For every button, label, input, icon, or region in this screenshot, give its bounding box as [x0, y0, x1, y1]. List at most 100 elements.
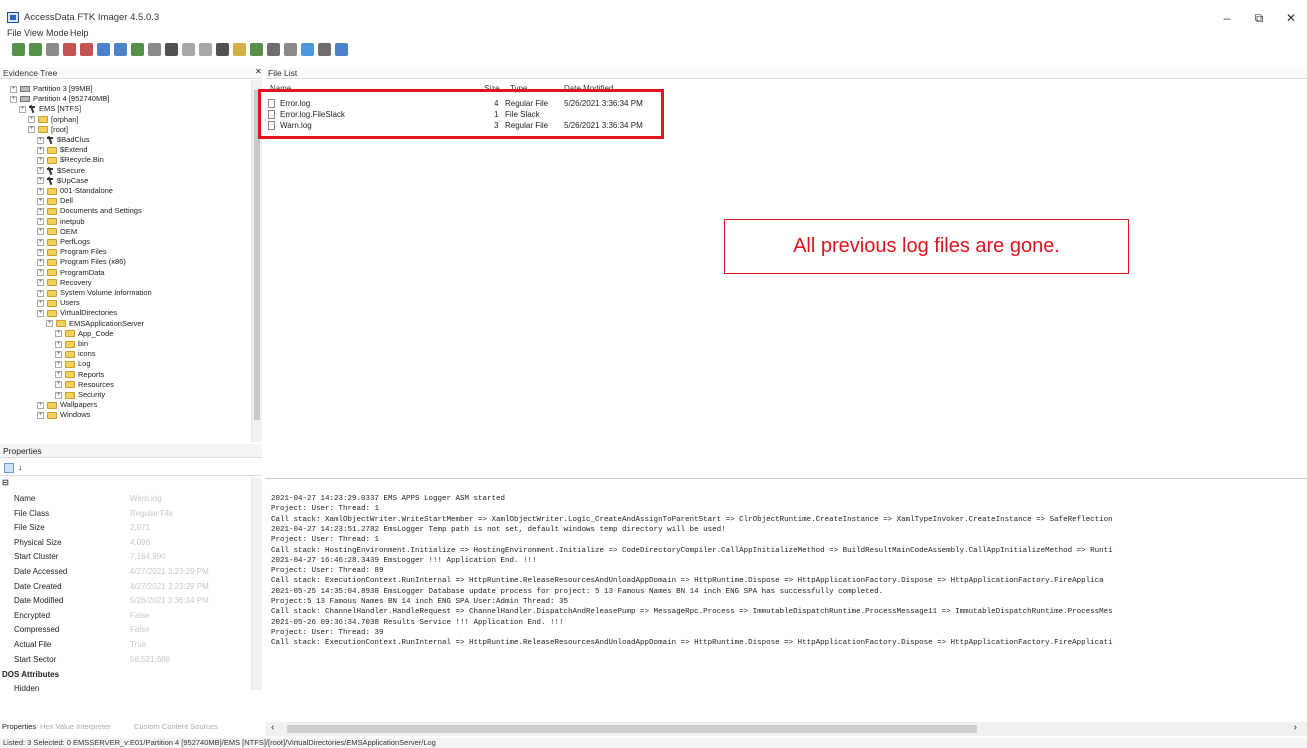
tree-item[interactable]: + inetpub — [37, 217, 85, 226]
add-custom-icon[interactable] — [233, 43, 246, 56]
expand-icon[interactable]: + — [55, 340, 62, 348]
expand-icon[interactable]: + — [46, 320, 53, 328]
close-button[interactable]: ✕ — [1276, 8, 1306, 28]
menu-view[interactable]: View — [24, 28, 43, 38]
expand-icon[interactable]: + — [37, 207, 44, 215]
viewer-scroll-thumb[interactable] — [287, 725, 977, 733]
properties-scrollbar[interactable] — [251, 478, 262, 690]
remove-evidence-icon[interactable] — [63, 43, 76, 56]
manage-custom-icon[interactable] — [250, 43, 263, 56]
expand-icon[interactable]: + — [37, 228, 44, 236]
tree-item[interactable]: + Dell — [37, 196, 73, 205]
expand-icon[interactable]: + — [55, 391, 62, 399]
export-files-icon[interactable] — [199, 43, 212, 56]
export-hash-icon[interactable] — [216, 43, 229, 56]
remove-all-icon[interactable] — [80, 43, 93, 56]
property-row[interactable]: Name Warn.log — [14, 492, 254, 506]
expand-icon[interactable]: + — [37, 167, 44, 175]
export-logical-icon[interactable] — [131, 43, 144, 56]
expand-icon[interactable]: + — [37, 411, 44, 419]
property-row[interactable]: File Class Regular File — [14, 507, 254, 521]
tree-item[interactable]: + Recovery — [37, 278, 92, 287]
tree-item[interactable]: + [root] — [28, 125, 68, 134]
expand-icon[interactable]: + — [37, 299, 44, 307]
tree-item[interactable]: + VirtualDirectories — [37, 308, 117, 317]
expand-icon[interactable]: + — [37, 146, 44, 154]
menu-help[interactable]: Help — [70, 28, 89, 38]
tree-item[interactable]: + icons — [55, 349, 96, 358]
sort-alpha-icon[interactable]: ↓ — [18, 462, 23, 472]
menu-file[interactable]: File — [7, 28, 22, 38]
expand-icon[interactable]: + — [55, 360, 62, 368]
export-image-icon[interactable] — [114, 43, 127, 56]
tab-custom-content-sources[interactable]: Custom Content Sources — [134, 720, 218, 734]
help-icon[interactable] — [335, 43, 348, 56]
tree-item[interactable]: + $UpCase — [37, 176, 88, 185]
property-row[interactable]: Physical Size 4,096 — [14, 536, 254, 550]
restore-button[interactable]: ⧉ — [1244, 8, 1274, 28]
capture-memory-icon[interactable] — [148, 43, 161, 56]
tree-item[interactable]: + [orphan] — [28, 115, 79, 124]
tree-item[interactable]: + Windows — [37, 410, 90, 419]
property-row[interactable]: File Size 2,971 — [14, 521, 254, 535]
tree-item[interactable]: + Security — [55, 390, 105, 399]
tree-item[interactable]: + Documents and Settings — [37, 206, 142, 215]
property-row[interactable]: Encrypted False — [14, 609, 254, 623]
tree-item[interactable]: + Reports — [55, 370, 104, 379]
tree-item[interactable]: + Users — [37, 298, 80, 307]
add-evidence-icon[interactable] — [12, 43, 25, 56]
expand-icon[interactable]: + — [55, 381, 62, 389]
tab-hex-value-interpreter[interactable]: Hex Value Interpreter — [40, 720, 111, 734]
tree-scroll-thumb[interactable] — [254, 90, 260, 420]
tree-item[interactable]: + Program Files — [37, 247, 107, 256]
tree-item[interactable]: + EMSApplicationServer — [46, 319, 144, 328]
tree-item[interactable]: + App_Code — [55, 329, 113, 338]
viewer-horizontal-scrollbar[interactable]: ‹ › — [265, 722, 1307, 736]
expand-icon[interactable]: + — [37, 289, 44, 297]
expand-icon[interactable]: + — [37, 401, 44, 409]
hex-icon[interactable] — [318, 43, 331, 56]
categorized-icon[interactable] — [4, 463, 14, 473]
property-row[interactable]: Date Accessed 4/27/2021 3:23:29 PM — [14, 565, 254, 579]
property-row[interactable]: Start Cluster 7,164,990 — [14, 550, 254, 564]
close-panel-icon[interactable]: ✕ — [255, 67, 262, 76]
menu-mode[interactable]: Mode — [46, 28, 69, 38]
detect-encryption-icon[interactable] — [182, 43, 195, 56]
tree-item[interactable]: + $Recycle.Bin — [37, 155, 104, 164]
scroll-right-icon[interactable]: › — [1294, 722, 1297, 733]
tree-item[interactable]: + $BadClus — [37, 135, 90, 144]
tree-item[interactable]: + bin — [55, 339, 88, 348]
tree-item[interactable]: + OEM — [37, 227, 77, 236]
scroll-left-icon[interactable]: ‹ — [271, 722, 274, 733]
create-image-icon[interactable] — [97, 43, 110, 56]
expand-icon[interactable]: + — [10, 85, 17, 93]
tree-item[interactable]: + $Extend — [37, 145, 88, 154]
tree-item[interactable]: + PerfLogs — [37, 237, 90, 246]
expand-icon[interactable]: + — [37, 269, 44, 277]
tree-item[interactable]: + Program Files (x86) — [37, 257, 126, 266]
expand-icon[interactable]: + — [37, 238, 44, 246]
property-row[interactable]: Date Created 4/27/2021 3:23:29 PM — [14, 580, 254, 594]
expand-icon[interactable]: + — [37, 309, 44, 317]
obtain-protected-icon[interactable] — [165, 43, 178, 56]
expand-icon[interactable]: + — [28, 126, 35, 134]
expand-icon[interactable]: + — [37, 136, 44, 144]
property-row[interactable]: Compressed False — [14, 623, 254, 637]
expand-icon[interactable]: + — [55, 371, 62, 379]
minimize-button[interactable]: – — [1212, 8, 1242, 28]
property-row[interactable]: Actual File True — [14, 638, 254, 652]
expand-icon[interactable]: + — [37, 197, 44, 205]
tree-item[interactable]: + Log — [55, 359, 91, 368]
expand-icon[interactable]: + — [37, 258, 44, 266]
tree-item[interactable]: + Resources — [55, 380, 114, 389]
tree-item[interactable]: +001-Standalone — [37, 186, 113, 195]
expand-icon[interactable]: + — [10, 95, 17, 103]
expand-icon[interactable]: + — [37, 156, 44, 164]
tree-item[interactable]: + Partition 4 [952740MB] — [10, 94, 109, 103]
tree-item[interactable]: + Partition 3 [99MB] — [10, 84, 93, 93]
expand-icon[interactable]: + — [37, 248, 44, 256]
property-row[interactable]: Start Sector 58,521,688 — [14, 653, 254, 667]
add-all-icon[interactable] — [29, 43, 42, 56]
expand-icon[interactable]: + — [55, 350, 62, 358]
image-mounting-icon[interactable] — [46, 43, 59, 56]
